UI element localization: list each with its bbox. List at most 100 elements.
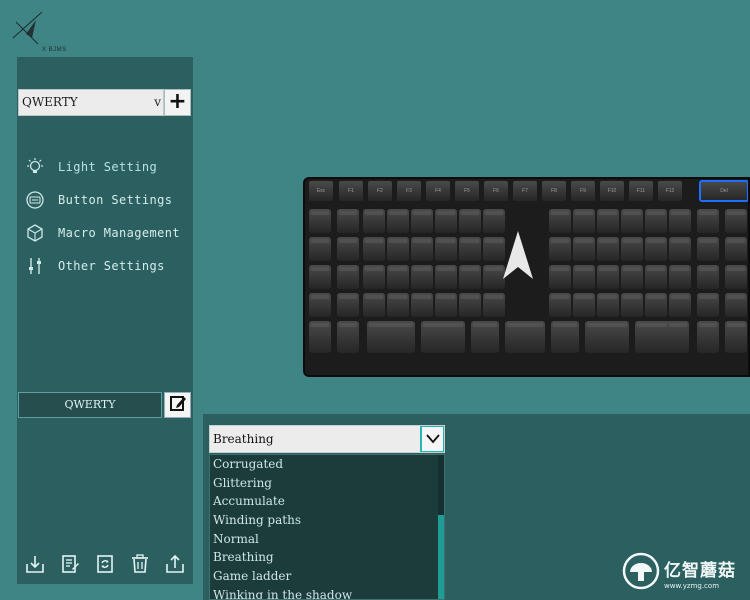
refresh-button[interactable] bbox=[92, 553, 118, 579]
keycap-highlight bbox=[575, 239, 593, 243]
import-button[interactable] bbox=[22, 553, 48, 579]
effect-option[interactable]: Game ladder bbox=[210, 567, 444, 586]
delete-button[interactable] bbox=[127, 553, 153, 579]
effect-list-scrollbar[interactable] bbox=[438, 455, 444, 599]
keycap-highlight bbox=[699, 295, 717, 299]
keycap-highlight bbox=[669, 323, 687, 327]
export-icon bbox=[164, 553, 186, 579]
keycap-highlight bbox=[311, 267, 329, 271]
keycap-highlight bbox=[461, 211, 479, 215]
profile-name-field[interactable]: QWERTY bbox=[18, 392, 162, 418]
refresh-icon bbox=[94, 553, 116, 579]
effect-option[interactable]: Corrugated bbox=[210, 455, 444, 474]
watermark-text: 亿智蘑菇 bbox=[664, 561, 736, 581]
profile-select[interactable]: QWERTY v bbox=[18, 89, 164, 116]
keycap-highlight bbox=[647, 267, 665, 271]
sidebar-item-label: Button Settings bbox=[58, 193, 173, 207]
keycap-highlight bbox=[485, 211, 503, 215]
sidebar-item-light-setting[interactable]: Light Setting bbox=[23, 155, 189, 179]
keycap-highlight bbox=[699, 267, 717, 271]
keycap-highlight bbox=[551, 295, 569, 299]
keycap-highlight bbox=[575, 267, 593, 271]
keycap-label: Del bbox=[720, 188, 728, 194]
keycap-highlight bbox=[389, 239, 407, 243]
keycap-highlight bbox=[437, 295, 455, 299]
sidebar-item-macro-management[interactable]: Macro Management bbox=[23, 221, 189, 245]
keycap-highlight bbox=[413, 267, 431, 271]
keycap-highlight bbox=[485, 267, 503, 271]
keycap-highlight bbox=[365, 211, 383, 215]
keycap-highlight bbox=[623, 239, 641, 243]
logo-text: X BJMS bbox=[42, 47, 67, 53]
keycap-highlight bbox=[671, 295, 689, 299]
keycap-highlight bbox=[437, 267, 455, 271]
effect-option[interactable]: Accumulate bbox=[210, 492, 444, 511]
scrollbar-thumb[interactable] bbox=[438, 515, 444, 599]
keycap-label: F8 bbox=[551, 188, 557, 194]
keycap-highlight bbox=[485, 295, 503, 299]
edit-profile-button[interactable] bbox=[164, 392, 191, 418]
trash-icon bbox=[129, 553, 151, 579]
sidebar-item-label: Macro Management bbox=[58, 226, 180, 240]
effect-option[interactable]: Glittering bbox=[210, 474, 444, 493]
keycap-highlight bbox=[369, 323, 413, 327]
keycap-highlight bbox=[671, 239, 689, 243]
add-profile-button[interactable]: + bbox=[164, 89, 191, 116]
keycap-highlight bbox=[507, 323, 543, 327]
edit-document-button[interactable] bbox=[57, 553, 83, 579]
effect-select-value: Breathing bbox=[213, 432, 274, 446]
effect-option[interactable]: Winking in the shadow bbox=[210, 586, 444, 599]
keycap-label: F12 bbox=[666, 188, 675, 194]
keycap-label: F9 bbox=[580, 188, 586, 194]
keycap-highlight bbox=[413, 239, 431, 243]
keycap-highlight bbox=[671, 267, 689, 271]
keycap-highlight bbox=[473, 323, 497, 327]
keycap-label: F2 bbox=[377, 188, 383, 194]
sidebar-item-label: Other Settings bbox=[58, 259, 165, 273]
keycap-highlight bbox=[461, 239, 479, 243]
keycap-highlight bbox=[389, 295, 407, 299]
keycap-highlight bbox=[727, 323, 745, 327]
keycap-highlight bbox=[551, 211, 569, 215]
chevron-down-icon: v bbox=[154, 95, 161, 109]
keycap-highlight bbox=[727, 239, 745, 243]
keycap-highlight bbox=[587, 323, 627, 327]
sidebar-item-button-settings[interactable]: Button Settings bbox=[23, 188, 189, 212]
keycap-highlight bbox=[623, 267, 641, 271]
keycap-highlight bbox=[727, 211, 745, 215]
sliders-icon bbox=[23, 254, 47, 278]
keycap-highlight bbox=[485, 239, 503, 243]
watermark-url: www.yzmg.com bbox=[664, 582, 720, 590]
keycap-highlight bbox=[699, 211, 717, 215]
watermark: 亿智蘑菇 www.yzmg.com bbox=[622, 549, 746, 597]
chevron-down-icon[interactable] bbox=[420, 426, 444, 452]
keycap-highlight bbox=[647, 211, 665, 215]
sidebar: QWERTY v + Light Setting Button Settings… bbox=[17, 57, 193, 584]
effect-options-list: Corrugated Glittering Accumulate Winding… bbox=[209, 454, 445, 600]
keycap-label: F4 bbox=[435, 188, 441, 194]
document-edit-icon bbox=[59, 553, 81, 579]
export-button[interactable] bbox=[162, 553, 188, 579]
keycap-highlight bbox=[699, 323, 717, 327]
effect-option[interactable]: Winding paths bbox=[210, 511, 444, 530]
keyboard-key-icon bbox=[23, 188, 47, 212]
keycap-highlight bbox=[575, 295, 593, 299]
sidebar-item-other-settings[interactable]: Other Settings bbox=[23, 254, 189, 278]
keycap-highlight bbox=[647, 239, 665, 243]
keycap-label: Esc bbox=[317, 188, 326, 194]
keycap-highlight bbox=[389, 211, 407, 215]
effect-option[interactable]: Normal bbox=[210, 530, 444, 549]
keycap-highlight bbox=[727, 267, 745, 271]
keycap-highlight bbox=[311, 295, 329, 299]
keycap-highlight bbox=[311, 239, 329, 243]
keycap-highlight bbox=[413, 295, 431, 299]
keycap-highlight bbox=[365, 239, 383, 243]
keycap-highlight bbox=[551, 239, 569, 243]
keycap-highlight bbox=[599, 267, 617, 271]
effect-select[interactable]: Breathing bbox=[209, 425, 445, 453]
keycap-highlight bbox=[727, 295, 745, 299]
keycap-highlight bbox=[413, 211, 431, 215]
effect-option[interactable]: Breathing bbox=[210, 548, 444, 567]
keycap-highlight bbox=[311, 211, 329, 215]
keycap-highlight bbox=[339, 323, 357, 327]
